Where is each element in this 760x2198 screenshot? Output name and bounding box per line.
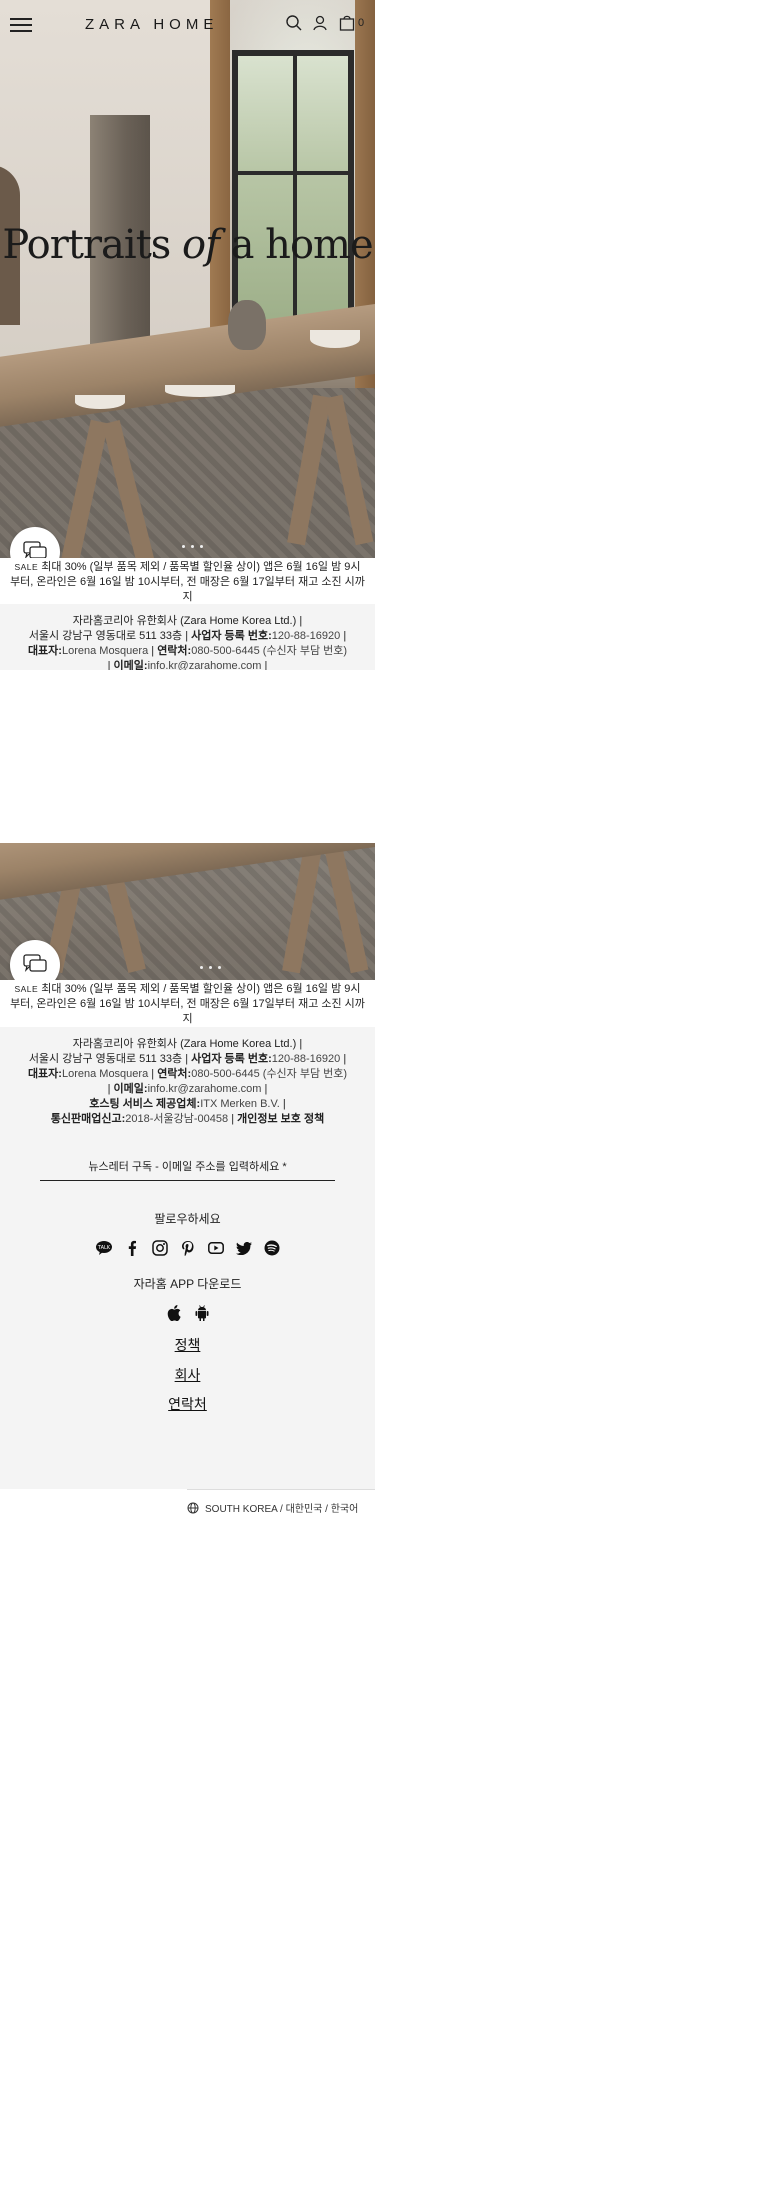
ceo-value: Lorena Mosquera xyxy=(61,1068,149,1080)
svg-text:TALK: TALK xyxy=(96,1245,110,1251)
facebook-icon[interactable] xyxy=(124,1240,140,1256)
hero-title-part1: Portraits xyxy=(2,222,183,268)
email-value[interactable]: info.kr@zarahome.com xyxy=(148,1083,262,1095)
policy-link[interactable]: 정책 xyxy=(0,1335,375,1355)
bizno-label: 사업자 등록 번호: xyxy=(191,630,272,642)
company-info: 자라홈코리아 유한회사 (Zara Home Korea Ltd.) | 서울시… xyxy=(0,604,375,670)
company-link[interactable]: 회사 xyxy=(0,1365,375,1385)
search-icon[interactable] xyxy=(285,14,303,32)
email-label: 이메일: xyxy=(113,1083,148,1095)
globe-icon xyxy=(187,1502,199,1513)
twitter-icon[interactable] xyxy=(235,1240,252,1256)
hero-image xyxy=(0,0,375,558)
contact-value: 080-500-6445 (수신자 부담 번호) xyxy=(191,1068,348,1080)
hosting-label: 호스팅 서비스 제공업체: xyxy=(89,1098,201,1110)
sale-text: 최대 30% (일부 품목 제외 / 품목별 할인율 상이) 앱은 6월 16일… xyxy=(10,561,365,603)
hero-title-italic: of xyxy=(182,222,220,268)
youtube-icon[interactable] xyxy=(207,1240,224,1256)
cart-icon[interactable] xyxy=(338,14,356,32)
sale-label: SALE xyxy=(14,562,39,572)
contact-link[interactable]: 연락처 xyxy=(0,1394,375,1414)
follow-title: 팔로우하세요 xyxy=(154,1212,221,1226)
bizno-label: 사업자 등록 번호: xyxy=(191,1053,272,1065)
carousel-dot[interactable] xyxy=(191,545,194,548)
mailorder-value: 2018-서울강남-00458 xyxy=(125,1113,229,1125)
social-links: TALK xyxy=(0,1240,375,1256)
hero-title[interactable]: Portraits of a home xyxy=(0,222,375,268)
footer: 자라홈코리아 유한회사 (Zara Home Korea Ltd.) | 서울시… xyxy=(0,1027,375,1489)
company-address: 서울시 강남구 영동대로 511 33층 xyxy=(28,630,183,642)
instagram-icon[interactable] xyxy=(151,1240,168,1256)
contact-value: 080-500-6445 (수신자 부담 번호) xyxy=(191,645,348,657)
app-links xyxy=(0,1305,375,1321)
sale-text: 최대 30% (일부 품목 제외 / 품목별 할인율 상이) 앱은 6월 16일… xyxy=(10,983,365,1025)
sale-banner-lower[interactable]: SALE 최대 30% (일부 품목 제외 / 품목별 할인율 상이) 앱은 6… xyxy=(0,980,375,1029)
carousel-dot[interactable] xyxy=(218,966,221,969)
sale-label: SALE xyxy=(14,984,39,994)
bizno-value: 120-88-16920 xyxy=(271,1053,341,1065)
kakao-icon[interactable]: TALK xyxy=(95,1240,112,1256)
spotify-icon[interactable] xyxy=(264,1240,280,1256)
company-name: 자라홈코리아 유한회사 (Zara Home Korea Ltd.) xyxy=(72,615,297,627)
company-address: 서울시 강남구 영동대로 511 33층 xyxy=(28,1053,183,1065)
bizno-value: 120-88-16920 xyxy=(271,630,341,642)
carousel-dot[interactable] xyxy=(200,545,203,548)
newsletter-email-input[interactable]: 뉴스레터 구독 - 이메일 주소를 입력하세요 * xyxy=(40,1158,335,1181)
contact-label: 연락처: xyxy=(157,645,192,657)
apple-icon[interactable] xyxy=(167,1305,181,1321)
user-icon[interactable] xyxy=(311,14,329,32)
email-value[interactable]: info.kr@zarahome.com xyxy=(148,660,262,670)
sale-banner[interactable]: SALE 최대 30% (일부 품목 제외 / 품목별 할인율 상이) 앱은 6… xyxy=(0,558,375,607)
cart-count: 0 xyxy=(358,17,365,29)
menu-icon[interactable] xyxy=(10,18,32,32)
carousel-dot[interactable] xyxy=(209,966,212,969)
carousel-dots xyxy=(182,545,203,548)
mailorder-label: 통신판매업신고: xyxy=(50,1113,126,1125)
ceo-label: 대표자: xyxy=(27,645,62,657)
contact-label: 연락처: xyxy=(157,1068,192,1080)
app-download-title: 자라홈 APP 다운로드 xyxy=(133,1277,242,1291)
site-header: ZARA HOME 0 xyxy=(0,0,375,50)
ceo-value: Lorena Mosquera xyxy=(61,645,149,657)
region-label: SOUTH KOREA / 대한민국 / 한국어 xyxy=(205,1504,359,1515)
hero-title-part2: a home xyxy=(218,222,374,268)
carousel-dot[interactable] xyxy=(200,966,203,969)
carousel-dot[interactable] xyxy=(182,545,185,548)
android-icon[interactable] xyxy=(195,1305,209,1321)
carousel-dots-lower xyxy=(200,966,221,969)
ceo-label: 대표자: xyxy=(27,1068,62,1080)
zara-home-logo[interactable]: ZARA HOME xyxy=(85,16,218,33)
privacy-policy-link[interactable]: 개인정보 보호 정책 xyxy=(237,1113,324,1125)
email-label: 이메일: xyxy=(113,660,148,670)
company-name: 자라홈코리아 유한회사 (Zara Home Korea Ltd.) xyxy=(72,1038,297,1050)
region-selector[interactable]: SOUTH KOREA / 대한민국 / 한국어 xyxy=(187,1489,375,1515)
pinterest-icon[interactable] xyxy=(180,1240,196,1256)
hosting-value: ITX Merken B.V. xyxy=(200,1098,280,1110)
